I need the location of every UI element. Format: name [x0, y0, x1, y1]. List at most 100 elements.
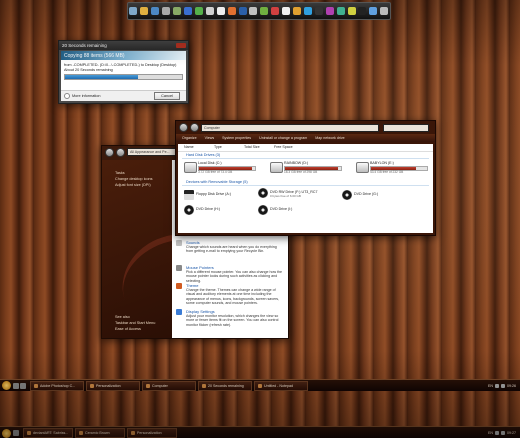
- language-indicator[interactable]: EN: [488, 431, 493, 435]
- hard-drive-item[interactable]: BABYLON (E:) 43.4 GB free of 232 GB: [356, 161, 434, 176]
- torrent-icon[interactable]: [260, 7, 269, 15]
- hard-drive-item[interactable]: RAINBOW (D:) 18.3 GB free of 298 GB: [270, 161, 348, 176]
- hard-drive-item[interactable]: Local Disk (C:) 3.72 GB free of 73.4 GB: [184, 161, 262, 176]
- sidebar-task-link[interactable]: Adjust font size (DPI): [102, 182, 172, 188]
- cancel-button[interactable]: Cancel: [154, 92, 180, 100]
- network-icon[interactable]: [495, 431, 499, 435]
- clock[interactable]: 09:27: [507, 431, 516, 435]
- cp-item-title[interactable]: Sounds: [186, 240, 200, 245]
- column-header[interactable]: Free Space: [268, 144, 298, 151]
- clock[interactable]: 09:26: [507, 384, 516, 388]
- media-player-icon[interactable]: [293, 7, 302, 15]
- cp-item-title[interactable]: Theme: [186, 283, 198, 288]
- hard-drive-icon: [184, 162, 197, 173]
- start-orb-icon[interactable]: [2, 381, 11, 390]
- copy-dialog-footer: More information Cancel: [61, 90, 186, 101]
- group-hard-disk-drives: Hard Disk Drives (3): [182, 152, 429, 159]
- browser-icon[interactable]: [183, 7, 192, 15]
- show-desktop-icon[interactable]: [13, 382, 19, 389]
- volume-icon[interactable]: [501, 431, 505, 435]
- taskbar-button[interactable]: deviantART: Sabriss...: [23, 428, 73, 438]
- taskbar-button[interactable]: Ceramic Brown: [75, 428, 125, 438]
- forward-icon[interactable]: [116, 147, 125, 157]
- browser-icon[interactable]: [13, 430, 19, 436]
- taskbar-button[interactable]: Personalization: [127, 428, 177, 438]
- group-removable-storage: Devices with Removable Storage (5): [182, 179, 429, 186]
- display-settings-icon: [176, 309, 182, 315]
- removable-drive-item[interactable]: DVD Drive (G:): [342, 190, 402, 202]
- cp-content: Sounds Change which sounds are heard when…: [172, 160, 288, 338]
- messenger-icon[interactable]: [194, 7, 203, 15]
- removable-drive-item[interactable]: DVD RW Drive (F:) UT3_RC7 0 bytes free of…: [258, 188, 318, 200]
- cp-item-title[interactable]: Display Settings: [186, 309, 215, 314]
- app-icon: [146, 383, 150, 388]
- taskbar-button-label: Untitled - Notepad: [264, 383, 293, 388]
- app-icon: [90, 383, 94, 388]
- removable-drive-item[interactable]: DVD Drive (H:): [184, 205, 244, 217]
- disc-icon: [184, 205, 194, 215]
- explorer-address-bar[interactable]: Computer: [201, 123, 379, 132]
- game-icon[interactable]: [325, 7, 334, 15]
- toolbar-button[interactable]: Map network drive: [315, 136, 344, 140]
- forward-icon[interactable]: [190, 123, 199, 132]
- computer-icon[interactable]: [129, 7, 138, 15]
- close-icon[interactable]: [176, 43, 186, 48]
- toolbar-button[interactable]: Views: [205, 136, 215, 140]
- column-header[interactable]: Type: [208, 144, 238, 151]
- language-indicator[interactable]: EN: [488, 384, 493, 388]
- taskbar-button[interactable]: 20 Seconds remaining: [198, 380, 252, 391]
- drive-usage-bar: [198, 166, 256, 171]
- cp-item-title[interactable]: Mouse Pointers: [186, 265, 214, 270]
- removable-drive-item[interactable]: DVD Drive (I:): [258, 205, 318, 217]
- column-header[interactable]: Total Size: [238, 144, 268, 151]
- trash-icon[interactable]: [380, 7, 389, 15]
- chevron-down-icon[interactable]: [64, 93, 70, 99]
- weather-icon[interactable]: [369, 7, 378, 15]
- drive-name: DVD RW Drive (F:) UT3_RC7: [270, 190, 318, 194]
- taskbar-button[interactable]: Untitled - Notepad: [254, 380, 308, 391]
- copy-heading: Copying 88 items (566 MB): [61, 51, 186, 60]
- taskbar-button[interactable]: Computer: [142, 380, 196, 391]
- clock-icon[interactable]: [216, 7, 225, 15]
- terminal-icon[interactable]: [358, 7, 367, 15]
- toolbar-button[interactable]: Uninstall or change a program: [259, 136, 307, 140]
- steam-icon[interactable]: [314, 7, 323, 15]
- removable-drive-item[interactable]: Floppy Disk Drive (A:): [184, 190, 244, 202]
- notepad-icon[interactable]: [282, 7, 291, 15]
- chart-icon[interactable]: [336, 7, 345, 15]
- copy-dialog-titlebar[interactable]: 20 Seconds remaining: [59, 41, 188, 50]
- photoshop-icon[interactable]: [238, 7, 247, 15]
- toolbar-button[interactable]: Organize: [182, 136, 197, 140]
- skype-icon[interactable]: [303, 7, 312, 15]
- back-icon[interactable]: [179, 123, 188, 132]
- taskbar-button-label: 20 Seconds remaining: [208, 383, 244, 388]
- app-icon: [131, 431, 135, 435]
- search-icon[interactable]: [347, 7, 356, 15]
- column-header[interactable]: Name: [178, 144, 208, 151]
- cp-address-bar[interactable]: All Appearance and Pe...: [127, 148, 189, 156]
- taskbar-button[interactable]: Personalization: [86, 380, 140, 391]
- toolbar-button[interactable]: System properties: [222, 136, 251, 140]
- cd-icon[interactable]: [249, 7, 258, 15]
- drive-name: BABYLON (E:): [370, 161, 394, 165]
- sidebar-see-also-link[interactable]: Ease of Access: [102, 326, 155, 332]
- volume-icon[interactable]: [501, 383, 505, 388]
- settings-icon[interactable]: [162, 7, 171, 15]
- network-icon[interactable]: [495, 383, 499, 388]
- network-icon[interactable]: [151, 7, 160, 15]
- back-icon[interactable]: [105, 147, 114, 157]
- app-icon: [202, 383, 206, 388]
- search-input[interactable]: [383, 123, 429, 132]
- folder-icon[interactable]: [140, 7, 149, 15]
- drive-name: Local Disk (C:): [198, 161, 222, 165]
- calendar-icon[interactable]: [271, 7, 280, 15]
- start-orb-icon[interactable]: [2, 428, 11, 438]
- switch-windows-icon[interactable]: [20, 382, 26, 389]
- mail-icon[interactable]: [205, 7, 214, 15]
- drive-name: DVD Drive (G:): [354, 192, 379, 196]
- drive-name: Floppy Disk Drive (A:): [196, 192, 231, 196]
- more-information-link[interactable]: More information: [72, 94, 101, 98]
- taskbar-button[interactable]: Adobe Photoshop C...: [30, 380, 84, 391]
- recycle-icon[interactable]: [173, 7, 182, 15]
- music-icon[interactable]: [227, 7, 236, 15]
